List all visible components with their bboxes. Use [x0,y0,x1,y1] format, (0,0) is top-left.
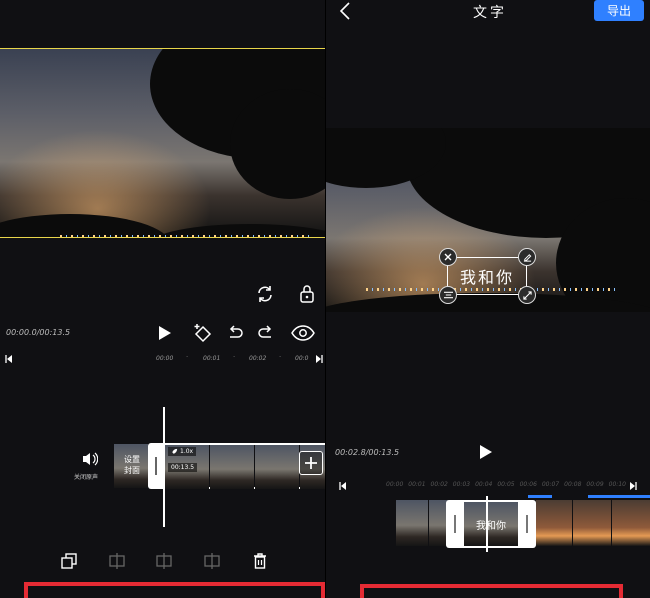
text-segment-marker [588,495,650,498]
ruler-tick: 00:08 [564,481,582,488]
caption-text: 我和你 [459,268,514,287]
ruler-tick: 00:04 [475,481,493,488]
ruler-tick: 00:00 [386,481,404,488]
export-button[interactable]: 导出 [594,0,644,21]
jump-to-end-icon[interactable] [628,481,638,491]
ruler-tick: 00:01 [203,355,221,362]
ruler-tick: 00:02 [249,355,267,362]
ruler-dot: · [186,354,188,361]
play-icon[interactable] [155,322,175,344]
redo-icon[interactable] [256,323,276,343]
keyframe-add-icon[interactable] [191,321,215,345]
ruler-tick: 00:03 [452,481,471,488]
text-segment-marker [528,495,552,498]
highlight-frame [24,582,325,598]
ruler-tick: 00:0 [295,355,309,362]
page-title: 文字 [473,5,507,21]
jump-to-start-icon[interactable] [338,481,348,491]
right-text-editor-screen: 文字 导出 我和你 00:02.8/00:13.5 00:00 00:01 00… [326,0,650,598]
text-caption-box[interactable]: 我和你 [447,257,527,295]
ruler-tick: 00:06 [519,481,537,488]
rocket-icon [172,448,178,454]
time-readout: 00:02.8/00:13.5 [335,448,400,457]
set-cover-label[interactable]: 设置 封面 [118,454,146,476]
undo-icon[interactable] [225,323,245,343]
lock-icon[interactable] [297,283,317,305]
preview-eye-icon[interactable] [290,324,316,342]
ruler-tick: 00:02 [430,481,448,488]
clip-duration-badge: 00:13.5 [168,463,198,472]
add-clip-button[interactable] [299,451,323,475]
split-right-icon [202,551,222,571]
ruler-tick: 00:10 [608,481,626,488]
highlight-frame [360,584,623,598]
split-left-icon [154,551,174,571]
jump-to-start-icon[interactable] [4,354,14,364]
copy-icon[interactable] [59,551,79,571]
speed-badge: 1.0x [168,447,197,456]
ruler-tick: 00:09 [586,481,604,488]
delete-icon[interactable] [250,551,270,571]
resize-rotate-icon[interactable] [518,286,536,304]
text-segment-handle-left[interactable] [446,500,464,548]
time-readout: 00:00.0/00:13.5 [6,328,71,337]
left-editor-screen: 00:00.0/00:13.5 00:00 · 00:01 · 00:02 · … [0,0,325,598]
ruler-tick: 00:07 [541,481,560,488]
speaker-icon[interactable] [80,451,100,467]
ruler-dot: · [279,354,281,361]
ruler-dot: · [233,354,235,361]
text-segment-handle-right[interactable] [518,500,536,548]
mute-original-audio-label[interactable]: 关闭原声 [74,472,98,481]
split-icon [107,551,127,571]
ruler-tick: 00:01 [408,481,426,488]
video-preview[interactable] [0,48,325,238]
text-style-icon[interactable] [439,286,457,304]
jump-to-end-icon[interactable] [314,354,324,364]
speed-value: 1.0x [180,448,194,455]
set-cover-label-line: 封面 [124,466,140,475]
playhead[interactable] [486,496,488,552]
text-segment-label: 我和你 [476,520,506,532]
ruler-tick: 00:00 [156,355,174,362]
back-icon[interactable] [336,1,354,21]
playhead[interactable] [163,407,165,527]
delete-text-icon[interactable] [439,248,457,266]
set-cover-label-line: 设置 [124,455,140,464]
timeline-ruler[interactable]: 00:00 00:01 00:02 00:03 00:04 00:05 00:0… [386,481,626,491]
rotate-icon[interactable] [254,283,276,305]
text-segment-clip[interactable]: 我和你 [464,500,518,548]
play-icon[interactable] [476,441,496,463]
ruler-tick: 00:05 [497,481,515,488]
edit-text-icon[interactable] [518,248,536,266]
